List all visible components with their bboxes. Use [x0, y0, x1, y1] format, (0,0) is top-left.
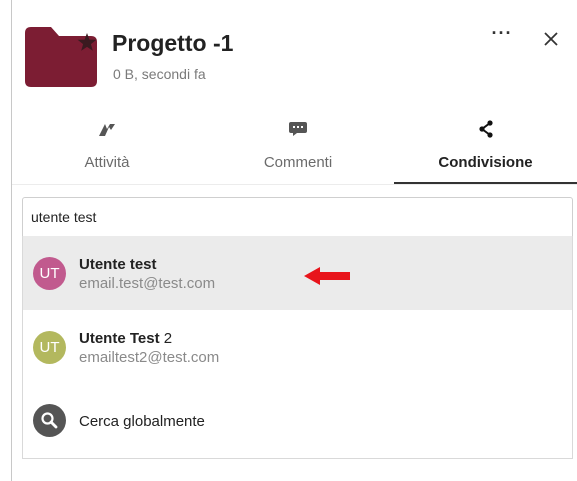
panel-left-border [11, 0, 12, 481]
avatar: UT [33, 257, 66, 290]
result-item[interactable]: UT Utente Test 2 emailtest2@test.com [23, 310, 572, 384]
tab-label: Attività [84, 154, 130, 171]
result-name: Utente test [79, 256, 157, 273]
global-search-label: Cerca globalmente [79, 413, 205, 430]
search-icon [33, 404, 66, 437]
comment-icon [289, 122, 307, 136]
result-email: emailtest2@test.com [79, 349, 220, 366]
share-search-input[interactable] [23, 198, 572, 236]
share-icon [478, 120, 493, 138]
folder-title: Progetto -1 [112, 30, 234, 56]
close-icon[interactable] [538, 26, 564, 52]
tabs-divider [12, 184, 577, 185]
result-name-text: Utente test [79, 256, 157, 273]
more-options-button[interactable]: ··· [488, 24, 516, 50]
search-results-dropdown: UT Utente test email.test@test.com UT Ut… [22, 236, 573, 459]
tab-commenti[interactable]: Commenti [202, 118, 394, 184]
result-name-text: Utente Test [79, 330, 160, 347]
avatar: UT [33, 331, 66, 364]
global-search-item[interactable]: Cerca globalmente [23, 384, 572, 458]
folder-subtitle: 0 B, secondi fa [113, 66, 206, 82]
red-arrow-icon [304, 267, 350, 285]
result-email: email.test@test.com [79, 275, 216, 292]
result-name: Utente Test 2 [79, 330, 172, 347]
tab-condivisione[interactable]: Condivisione [394, 118, 577, 184]
activity-icon [99, 124, 115, 136]
result-name-suffix: 2 [159, 330, 173, 347]
folder-icon [25, 27, 97, 87]
tab-label: Commenti [263, 154, 333, 171]
tab-attivita[interactable]: Attività [12, 118, 202, 184]
tab-label: Condivisione [438, 154, 533, 171]
share-search-box [22, 197, 573, 237]
result-item[interactable]: UT Utente test email.test@test.com [23, 236, 572, 310]
